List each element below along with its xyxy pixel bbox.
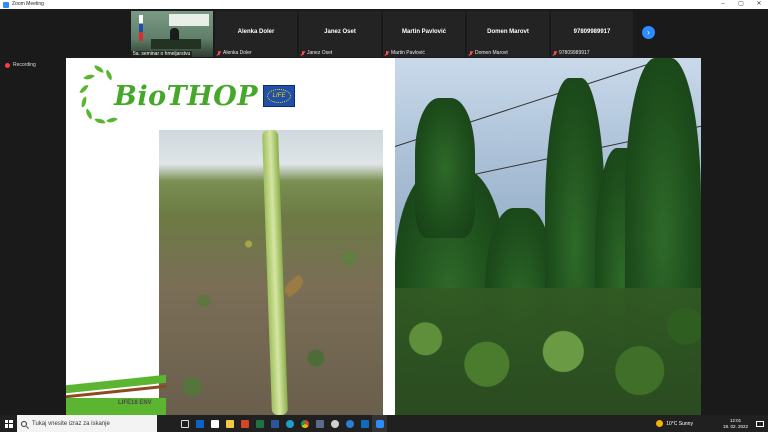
- participant-name: Domen Marovt: [487, 29, 529, 35]
- zoom-icon[interactable]: [372, 415, 387, 432]
- edge-icon[interactable]: [282, 415, 297, 432]
- hop-foreground-leaves: [395, 288, 701, 415]
- close-icon[interactable]: ✕: [750, 0, 768, 9]
- participant-caption-text: Alenka Doler: [223, 50, 252, 56]
- excel-icon[interactable]: [252, 415, 267, 432]
- zoom-app-icon: [3, 1, 9, 8]
- task-view-icon[interactable]: [177, 415, 192, 432]
- minimize-icon[interactable]: –: [714, 0, 732, 9]
- chrome-icon[interactable]: [297, 415, 312, 432]
- outlook-mail-icon[interactable]: [357, 415, 372, 432]
- slide-footer-text: LIFE18 ENV: [118, 400, 152, 406]
- participant-caption-text: Janez Oset: [307, 50, 333, 56]
- participant-name: Janez Oset: [324, 29, 356, 35]
- windows-logo-icon: [4, 419, 13, 428]
- participant-caption-text: 97809989917: [559, 50, 590, 56]
- participant-caption: 5a. seminar o hmeljarstvu: [131, 51, 193, 57]
- recording-dot-icon: [5, 62, 10, 68]
- word-icon[interactable]: [267, 415, 282, 432]
- mic-muted-icon: [553, 50, 557, 56]
- sun-weather-icon: [656, 420, 664, 427]
- clock-date: 18. 02. 2022: [722, 423, 748, 429]
- participant-name: Martin Pavlović: [401, 29, 446, 35]
- video-banner: [169, 14, 209, 26]
- mic-muted-icon: [385, 50, 389, 56]
- participant-caption-text: Domen Marovt: [475, 50, 508, 56]
- taskbar-app-icons: [177, 415, 387, 432]
- participant-caption-text: Martin Pavlović: [391, 50, 425, 56]
- participant-caption: 97809989917: [553, 50, 590, 56]
- mic-muted-icon: [301, 50, 305, 56]
- participant-name: 97809989917: [573, 29, 611, 35]
- notification-icon[interactable]: [756, 420, 764, 427]
- mic-muted-icon: [469, 50, 473, 56]
- zoom-meeting-window: Zoom Meeting – ▢ ✕ 5a. seminar o hmeljar…: [0, 0, 768, 432]
- participant-caption: Janez Oset: [301, 50, 332, 56]
- participant-tile[interactable]: Martin Pavlović Martin Pavlović: [383, 11, 465, 57]
- recording-indicator[interactable]: Recording: [5, 62, 36, 68]
- participant-tile[interactable]: Domen Marovt Domen Marovt: [467, 11, 549, 57]
- outlook-icon[interactable]: [192, 415, 207, 432]
- search-icon: [21, 420, 27, 427]
- eu-life-flag-icon: LIFE: [263, 85, 296, 107]
- participant-caption: Martin Pavlović: [385, 50, 425, 56]
- system-tray: 10°C Sunny 12:01 18. 02. 2022: [656, 415, 768, 432]
- participant-strip: 5a. seminar o hmeljarstvu Alenka Doler A…: [0, 9, 768, 57]
- taskbar-clock[interactable]: 12:01 18. 02. 2022: [723, 418, 748, 430]
- teams-icon[interactable]: [327, 415, 342, 432]
- taskbar-search-box[interactable]: Tukaj vnesite izraz za iskanje: [17, 415, 157, 432]
- title-bar: Zoom Meeting – ▢ ✕: [0, 0, 768, 9]
- store-icon[interactable]: [207, 415, 222, 432]
- start-button[interactable]: [0, 415, 17, 432]
- next-page-button[interactable]: ›: [642, 26, 655, 39]
- weather-widget[interactable]: 10°C Sunny: [666, 421, 693, 427]
- photo-hop-shoot: [159, 130, 383, 415]
- participant-tile[interactable]: Alenka Doler Alenka Doler: [215, 11, 297, 57]
- flag-in-video: [139, 15, 143, 41]
- logo-text: BioTHOP: [114, 80, 259, 112]
- participant-caption-text: 5a. seminar o hmeljarstvu: [133, 51, 191, 57]
- participant-name: Alenka Doler: [237, 29, 275, 35]
- participant-caption: Domen Marovt: [469, 50, 508, 56]
- participant-tile-host-video[interactable]: 5a. seminar o hmeljarstvu: [131, 11, 213, 57]
- window-title: Zoom Meeting: [12, 1, 44, 7]
- security-icon[interactable]: [312, 415, 327, 432]
- participant-tile[interactable]: 97809989917 97809989917: [551, 11, 633, 57]
- mic-muted-icon: [217, 50, 221, 56]
- photo-hop-garden: [395, 58, 701, 415]
- shared-screen-slide: BioTHOP LIFE LIFE18 ENV: [66, 58, 701, 415]
- eu-badge-text: LIFE: [272, 93, 286, 99]
- recording-label: Recording: [13, 62, 36, 68]
- search-placeholder: Tukaj vnesite izraz za iskanje: [32, 420, 110, 427]
- chevron-right-icon: ›: [647, 28, 650, 37]
- maximize-icon[interactable]: ▢: [732, 0, 750, 9]
- powerpoint-icon[interactable]: [237, 415, 252, 432]
- participant-caption: Alenka Doler: [217, 50, 252, 56]
- leaf-wreath-icon: [78, 65, 122, 126]
- windows-taskbar: Tukaj vnesite izraz za iskanje 10°C Sunn…: [0, 415, 768, 432]
- speaker-in-video: [170, 28, 179, 40]
- participant-tile[interactable]: Janez Oset Janez Oset: [299, 11, 381, 57]
- video-desk: [151, 39, 201, 49]
- window-controls: – ▢ ✕: [714, 0, 768, 9]
- onedrive-icon[interactable]: [342, 415, 357, 432]
- file-explorer-icon[interactable]: [222, 415, 237, 432]
- biothop-logo: BioTHOP LIFE: [78, 65, 296, 126]
